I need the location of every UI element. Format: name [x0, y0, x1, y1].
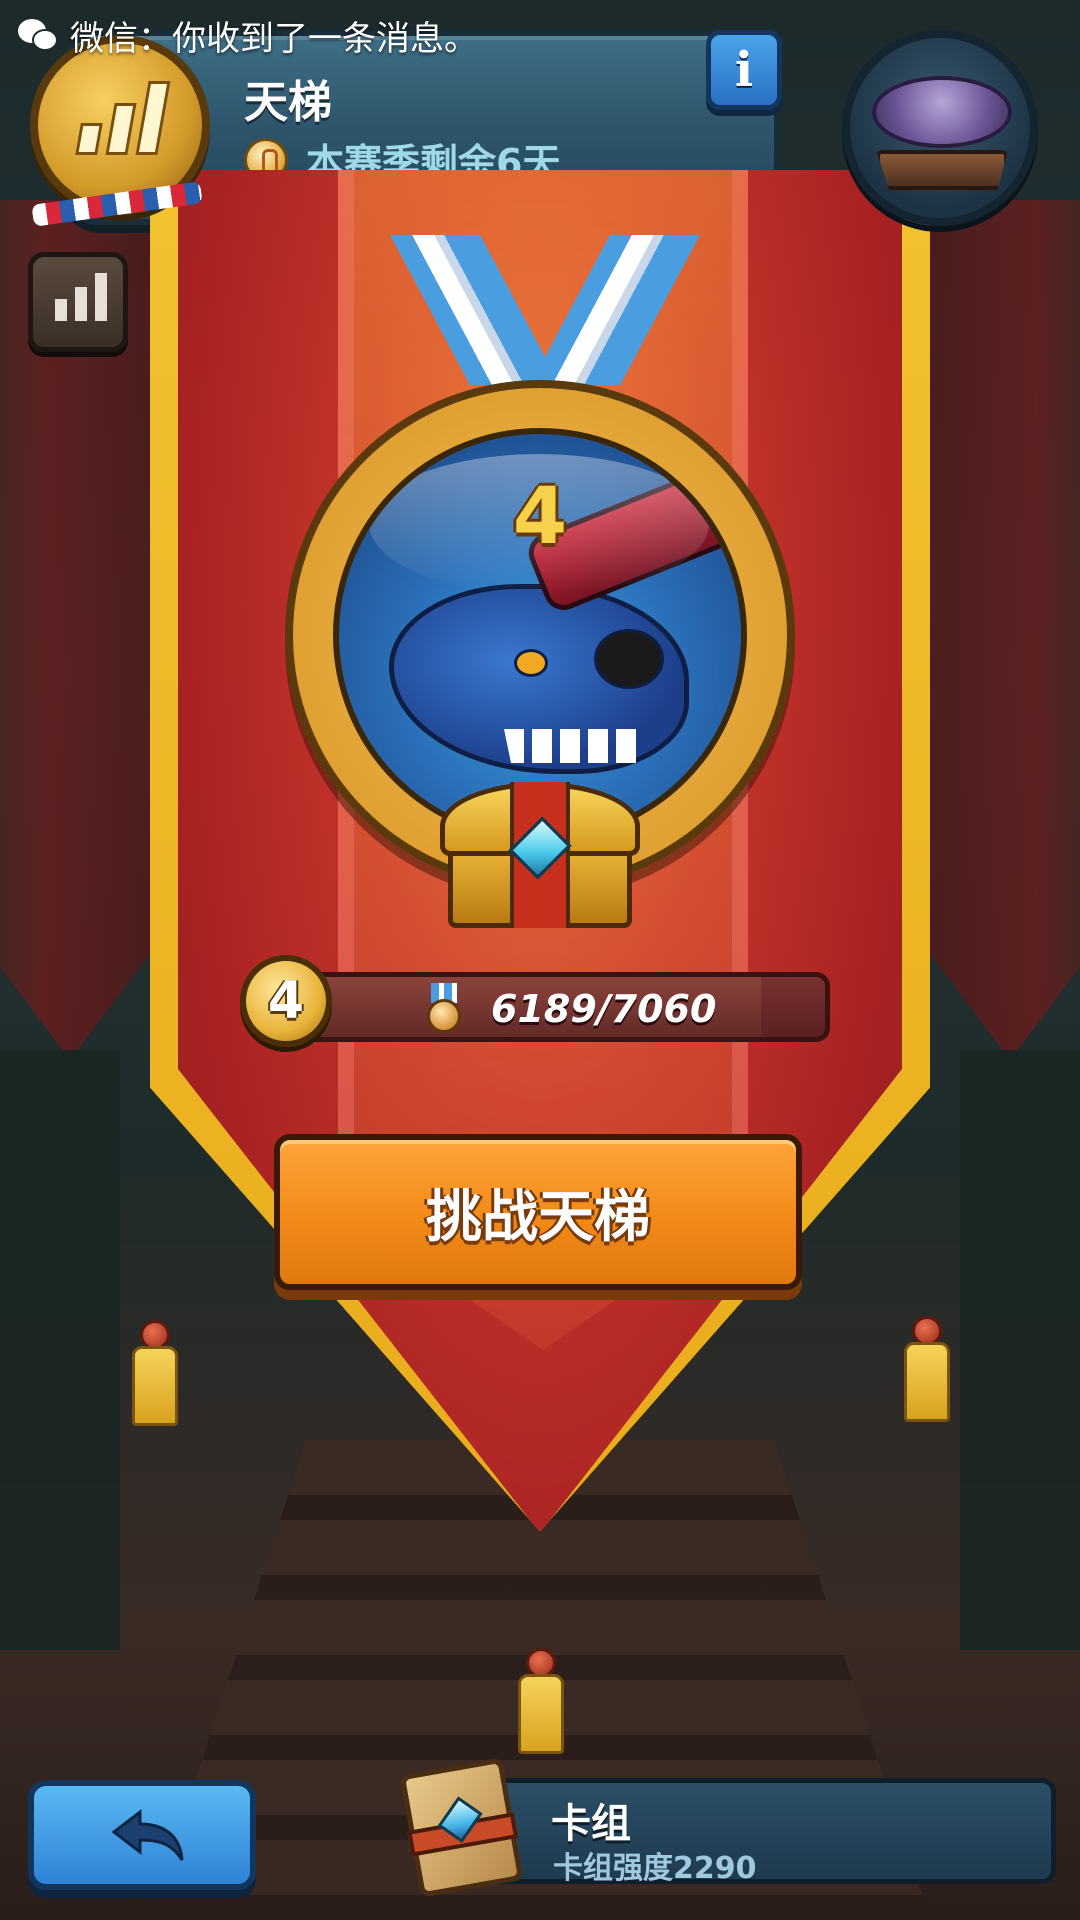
monster-head: [389, 584, 689, 774]
airship-icon: [872, 76, 1012, 148]
rank-progress-bar: 6189/7060: [300, 972, 830, 1042]
notification-text: 微信：你收到了一条消息。: [70, 18, 478, 59]
page-title: 天梯: [244, 77, 332, 128]
leaderboard-icon: [55, 299, 67, 321]
blue-pirate-monster-portrait: 4: [333, 428, 747, 842]
background-pillar-right: [960, 1050, 1080, 1650]
back-button[interactable]: [28, 1780, 256, 1890]
tassel-left: [128, 1320, 182, 1430]
background-pillar-left: [0, 1050, 120, 1650]
status-bar-notification[interactable]: 微信：你收到了一条消息。: [0, 0, 1080, 70]
challenge-ladder-button[interactable]: 挑战天梯: [274, 1134, 802, 1290]
rank-number: 4: [512, 472, 568, 562]
treasure-chest-icon[interactable]: [440, 782, 640, 932]
tassel-right: [900, 1316, 954, 1426]
wechat-icon: [18, 17, 60, 53]
airship-hull: [876, 150, 1008, 190]
medal-icon: [423, 983, 465, 1035]
card-deck-book-icon[interactable]: [399, 1756, 531, 1903]
deck-title: 卡组: [551, 1801, 631, 1847]
progress-value: 6189/7060: [491, 987, 717, 1031]
leaderboard-button[interactable]: [28, 252, 128, 352]
deck-power-text: 卡组强度2290: [553, 1851, 757, 1886]
back-arrow-icon: [111, 1808, 184, 1861]
rank-level-coin: 4: [240, 955, 332, 1047]
deck-panel[interactable]: 卡组 卡组强度2290: [470, 1778, 1056, 1886]
challenge-button-label: 挑战天梯: [426, 1184, 650, 1250]
eyepatch-icon: [594, 629, 664, 689]
tassel-bottom: [514, 1648, 568, 1758]
